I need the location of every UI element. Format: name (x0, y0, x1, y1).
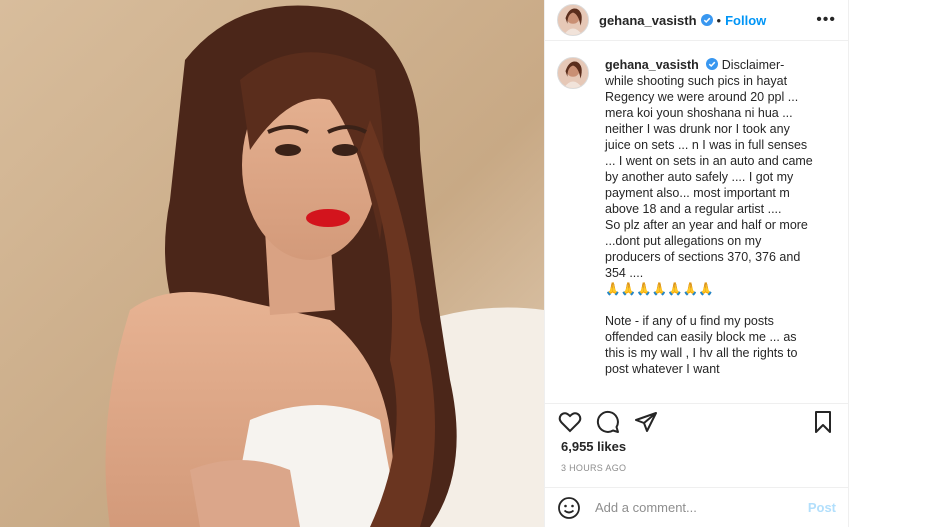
post-comment-button[interactable]: Post (808, 500, 836, 515)
post-timestamp[interactable]: 3 HOURS AGO (561, 463, 626, 473)
avatar[interactable] (557, 4, 589, 36)
header-username[interactable]: gehana_vasisth (599, 13, 697, 28)
comment-button[interactable] (595, 409, 621, 435)
woman-portrait-image (0, 0, 544, 527)
paper-plane-icon (635, 411, 657, 432)
verified-badge-icon (706, 58, 719, 70)
caption: gehana_vasisth Disclaimer- while shootin… (605, 57, 813, 377)
caption-area[interactable]: gehana_vasisth Disclaimer- while shootin… (545, 57, 848, 397)
post-header: gehana_vasisth • Follow ••• (545, 0, 848, 41)
post-side-panel: gehana_vasisth • Follow ••• gehana_vasis… (544, 0, 849, 527)
post-photo[interactable] (0, 0, 544, 527)
caption-username[interactable]: gehana_vasisth (605, 58, 699, 72)
bookmark-icon (815, 410, 831, 433)
comment-icon (596, 410, 619, 433)
separator-dot: • (716, 12, 722, 28)
comment-input[interactable] (595, 500, 795, 515)
caption-text: Disclaimer- while shooting such pics in … (605, 58, 813, 376)
action-bar (545, 403, 848, 439)
heart-icon (558, 411, 582, 432)
likes-count[interactable]: 6,955 likes (561, 439, 626, 454)
save-button[interactable] (810, 409, 836, 435)
page-margin (849, 0, 938, 527)
comment-bar: Post (545, 487, 848, 527)
more-options-icon[interactable]: ••• (816, 12, 836, 28)
verified-badge-icon (700, 14, 713, 26)
follow-button[interactable]: Follow (725, 13, 766, 28)
caption-avatar[interactable] (557, 57, 589, 89)
share-button[interactable] (633, 409, 659, 435)
smiley-icon[interactable] (557, 496, 581, 520)
like-button[interactable] (557, 409, 583, 435)
